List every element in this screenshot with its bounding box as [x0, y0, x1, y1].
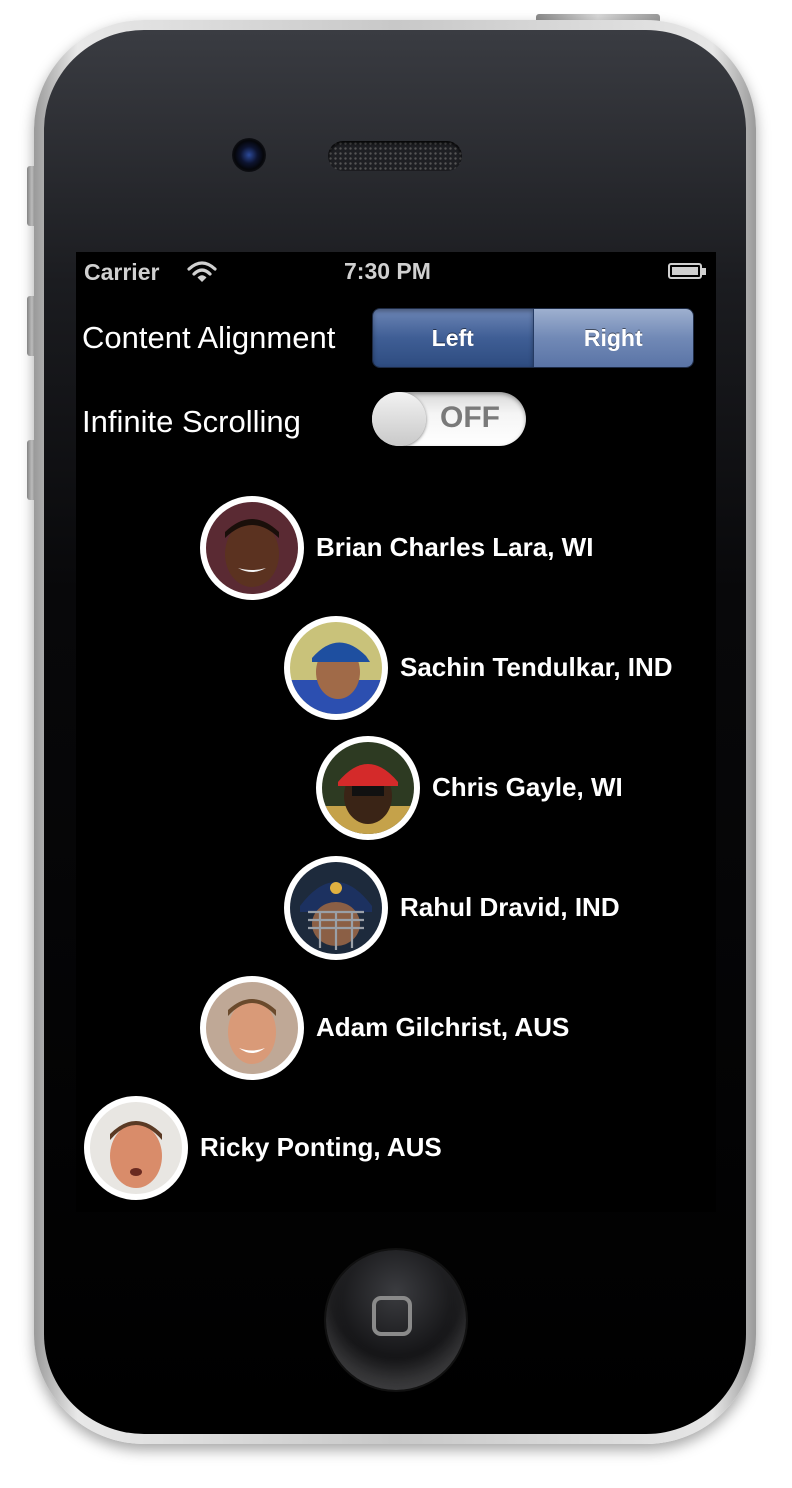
player-avatar [316, 736, 420, 840]
player-name: Chris Gayle, WI [432, 772, 623, 802]
player-photo [206, 982, 298, 1074]
battery-icon [668, 263, 702, 279]
player-avatar [200, 496, 304, 600]
status-time: 7:30 PM [344, 258, 431, 284]
earpiece-speaker [328, 141, 462, 171]
home-square-icon [372, 1296, 412, 1336]
front-camera [232, 138, 266, 172]
segment-right[interactable]: Right [533, 309, 693, 367]
player-avatar [284, 616, 388, 720]
player-photo [206, 502, 298, 594]
player-avatar [200, 976, 304, 1080]
player-name: Adam Gilchrist, AUS [316, 1012, 570, 1042]
player-name: Brian Charles Lara, WI [316, 532, 594, 562]
player-photo [90, 1102, 182, 1194]
infinite-scrolling-label: Infinite Scrolling [82, 404, 301, 439]
infinite-scrolling-switch[interactable]: OFF [372, 392, 526, 446]
player-avatar [84, 1096, 188, 1200]
player-avatar [284, 856, 388, 960]
player-name: Sachin Tendulkar, IND [400, 652, 673, 682]
switch-state-label: OFF [440, 401, 500, 434]
battery-nub [702, 268, 706, 275]
alignment-segmented-control[interactable]: Left Right [372, 308, 694, 368]
home-button[interactable] [326, 1250, 466, 1390]
player-photo [290, 622, 382, 714]
switch-knob[interactable] [372, 392, 426, 446]
segment-left[interactable]: Left [373, 309, 534, 367]
player-photo [322, 742, 414, 834]
content-alignment-label: Content Alignment [82, 320, 336, 355]
status-bar: Carrier 7:30 PM [76, 252, 716, 292]
wifi-icon [187, 261, 217, 282]
app-screen: Carrier 7:30 PM Content Alignment Left R… [76, 252, 716, 1212]
player-photo [290, 862, 382, 954]
player-name: Ricky Ponting, AUS [200, 1132, 442, 1162]
carrier-label: Carrier [84, 259, 160, 285]
player-name: Rahul Dravid, IND [400, 892, 620, 922]
